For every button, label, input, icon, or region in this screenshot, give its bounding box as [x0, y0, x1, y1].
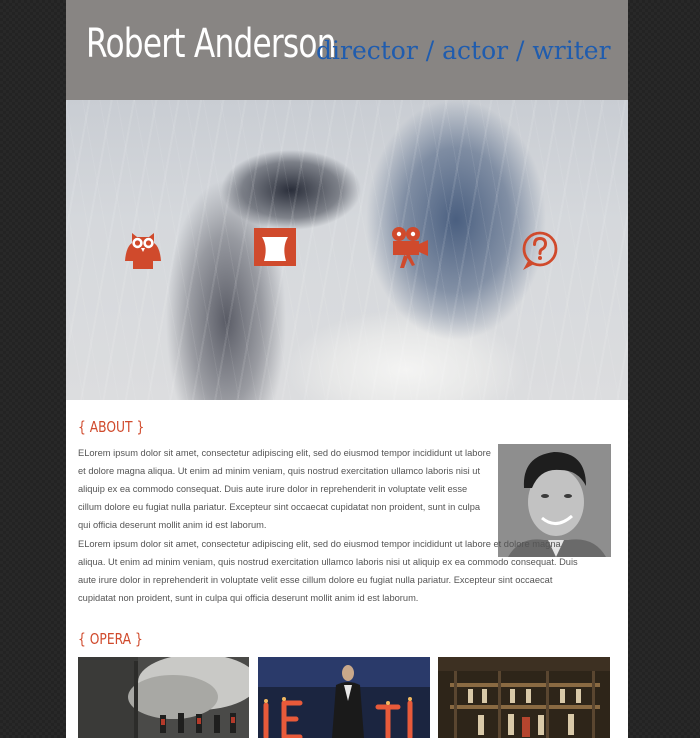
- owl-icon[interactable]: [120, 225, 166, 271]
- opera-photo-3[interactable]: [438, 657, 610, 738]
- site-name[interactable]: Robert Anderson: [86, 20, 336, 68]
- film-camera-icon[interactable]: [386, 224, 432, 270]
- about-heading: { ABOUT }: [78, 418, 145, 436]
- stage-icon[interactable]: [252, 224, 298, 270]
- page: Robert Anderson director / actor / write…: [66, 0, 628, 738]
- opera-photo-2-image: [258, 657, 430, 738]
- hero-banner: [66, 100, 628, 400]
- about-paragraph-1: ELorem ipsum dolor sit amet, consectetur…: [78, 448, 491, 530]
- site-header: Robert Anderson director / actor / write…: [66, 0, 628, 100]
- about-paragraph-2: ELorem ipsum dolor sit amet, consectetur…: [78, 539, 578, 603]
- opera-heading: { OPERA }: [78, 630, 143, 648]
- opera-photo-3-image: [438, 657, 610, 738]
- site-tagline: director / actor / writer: [316, 36, 611, 65]
- opera-photo-1[interactable]: [78, 657, 249, 738]
- opera-photo-2[interactable]: [258, 657, 430, 738]
- opera-photo-1-image: [78, 657, 249, 738]
- question-bubble-icon[interactable]: [517, 228, 563, 274]
